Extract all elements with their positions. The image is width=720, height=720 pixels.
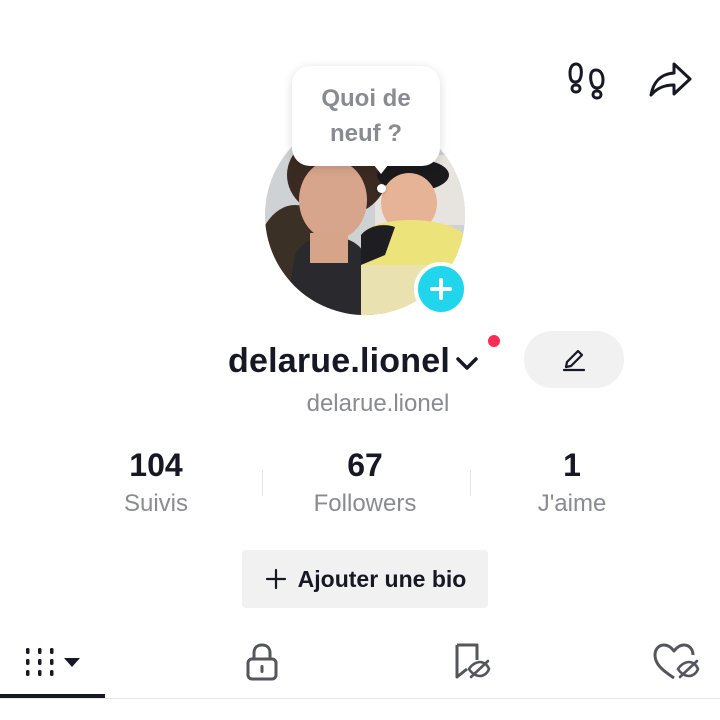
stat-label: Followers [313, 490, 417, 517]
handle-row: delarue.lionel [0, 390, 720, 418]
stat-label: Suivis [123, 490, 189, 517]
lock-icon [246, 643, 278, 681]
tab-liked[interactable] [632, 632, 720, 692]
add-bio-button[interactable]: Ajouter une bio [242, 550, 488, 608]
stat-value: 104 [129, 447, 183, 483]
tab-bar-divider [0, 698, 720, 699]
edit-profile-button[interactable] [524, 331, 624, 388]
stat-value: 67 [347, 447, 383, 483]
stat-followers[interactable]: 67 Followers [265, 445, 465, 521]
footprints-icon[interactable] [563, 56, 611, 104]
plus-icon [430, 278, 452, 300]
grid-icon [25, 648, 80, 676]
plus-icon [265, 568, 286, 590]
tab-saved[interactable] [420, 632, 520, 692]
account-switcher[interactable]: delarue.lionel [228, 336, 480, 386]
stat-divider [262, 470, 263, 496]
profile-page: Quoi de neuf ? delarue.lionel delarue.li… [0, 0, 720, 720]
stat-label: J'aime [537, 490, 607, 517]
stat-divider [470, 470, 471, 496]
bookmark-hidden-icon [455, 643, 491, 679]
status-bubble-text: Quoi de neuf ? [321, 85, 411, 147]
pencil-icon [562, 349, 586, 371]
stat-following[interactable]: 104 Suivis [56, 445, 256, 521]
stat-likes[interactable]: 1 J'aime [472, 445, 672, 521]
username: delarue.lionel [228, 341, 450, 380]
add-bio-label: Ajouter une bio [297, 565, 467, 592]
notification-dot [486, 333, 502, 349]
heart-hidden-icon [653, 643, 700, 680]
share-arrow-icon[interactable] [646, 56, 694, 104]
chevron-down-icon [456, 357, 478, 370]
user-handle: delarue.lionel [306, 390, 450, 417]
stat-value: 1 [563, 447, 581, 483]
add-avatar-button[interactable] [414, 262, 468, 316]
tab-private[interactable] [212, 632, 312, 692]
bubble-dot [377, 184, 386, 193]
status-bubble[interactable]: Quoi de neuf ? [292, 66, 440, 166]
tab-videos[interactable] [0, 632, 105, 692]
